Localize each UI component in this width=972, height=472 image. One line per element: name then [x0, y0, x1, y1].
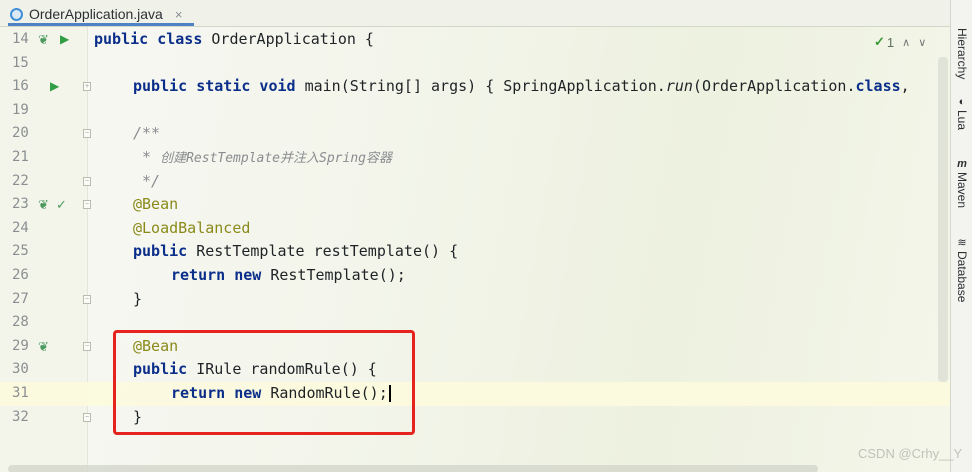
spring-bean-icon[interactable]: ❦ [38, 335, 49, 359]
inspection-widget[interactable]: ✓ 1 ∧ ∨ [874, 34, 926, 50]
tool-window-maven[interactable]: m Maven [951, 158, 972, 208]
annotation: @LoadBalanced [133, 218, 251, 237]
fold-icon[interactable]: − [83, 412, 91, 422]
fold-icon[interactable]: + [83, 82, 91, 92]
database-icon: ≋ [957, 237, 967, 249]
line-number: 25 [12, 243, 29, 260]
code-line[interactable]: 25 public RestTemplate restTemplate() { [0, 240, 950, 264]
method-call: run [665, 77, 693, 96]
tool-window-label: Database [955, 251, 969, 303]
line-number: 21 [12, 149, 29, 165]
editor-tab-bar: OrderApplication.java × [0, 0, 950, 27]
annotation: @Bean [133, 195, 179, 214]
spring-bean-icon[interactable]: ❦ [38, 28, 49, 52]
comment-text: 创建RestTemplate并注入Spring容器 [160, 151, 392, 166]
active-tab-indicator [8, 23, 194, 26]
inspection-count: 1 [886, 34, 895, 50]
lua-icon: ◐ [958, 96, 966, 108]
code-text: , [900, 77, 910, 96]
code-line[interactable]: 14 ❦ ▶ public class OrderApplication { [0, 28, 950, 52]
chevron-up-icon[interactable]: ∧ [902, 36, 910, 49]
code-line[interactable]: 20 − /** [0, 122, 950, 146]
line-number: 27 [12, 290, 29, 307]
code-line[interactable]: 15 [0, 52, 950, 76]
keyword: public static void [133, 77, 296, 96]
highlight-annotation-box [113, 330, 415, 435]
fold-icon[interactable]: − [83, 294, 91, 304]
code-text: } [133, 289, 143, 308]
keyword: public class [94, 30, 203, 48]
line-number: 16 [12, 78, 29, 95]
code-text: OrderApplication { [202, 30, 374, 48]
fold-icon[interactable]: − [83, 341, 91, 351]
fold-icon[interactable]: − [83, 200, 91, 210]
tool-window-label: Lua [955, 110, 969, 131]
code-line[interactable]: 16 ▶ + public static void main(String[] … [0, 75, 950, 99]
close-tab-icon[interactable]: × [175, 7, 183, 22]
line-number: 29 [12, 337, 29, 354]
line-number: 15 [12, 54, 29, 71]
fold-icon[interactable]: − [83, 176, 91, 186]
fold-icon[interactable]: − [83, 129, 91, 139]
code-line[interactable]: 19 [0, 99, 950, 123]
code-line[interactable]: 23 ❦ ✓ − @Bean [0, 193, 950, 217]
line-number: 19 [12, 101, 29, 118]
run-icon[interactable]: ▶ [60, 28, 69, 52]
line-number: 22 [12, 172, 29, 189]
java-class-icon [10, 7, 23, 21]
tool-window-label: Maven [955, 172, 969, 209]
code-text: main(String[] args) { SpringApplication. [295, 77, 666, 96]
keyword: public [133, 242, 188, 261]
line-number: 31 [12, 385, 29, 401]
horizontal-scrollbar[interactable] [8, 465, 818, 472]
doc-comment-end: */ [133, 171, 161, 190]
check-icon: ✓ [874, 34, 885, 49]
code-line[interactable]: 27 − } [0, 288, 950, 312]
doc-comment: /** [133, 124, 161, 143]
code-line[interactable]: 21 * 创建RestTemplate并注入Spring容器 [0, 146, 950, 170]
line-number: 28 [12, 314, 29, 331]
line-number: 14 [12, 31, 29, 47]
maven-icon: m [957, 158, 967, 170]
code-line[interactable]: 22 − */ [0, 170, 950, 194]
vertical-scrollbar[interactable] [938, 57, 948, 382]
code-line[interactable]: 26 return new RestTemplate(); [0, 264, 950, 288]
spring-bean-icon[interactable]: ❦ [38, 193, 49, 217]
code-text: (OrderApplication. [692, 77, 856, 96]
code-text: RestTemplate restTemplate() { [187, 242, 459, 261]
line-number: 32 [12, 408, 29, 425]
tool-window-hierarchy[interactable]: Hierarchy [951, 26, 972, 79]
code-text: RestTemplate(); [261, 266, 406, 284]
autowired-icon[interactable]: ✓ [56, 193, 67, 217]
tool-window-label: Hierarchy [955, 28, 969, 80]
watermark: CSDN @Crhy__Y [858, 446, 963, 461]
line-number: 30 [12, 361, 29, 378]
tool-window-stripe: Hierarchy ◐ Lua m Maven ≋ Database [950, 0, 972, 472]
comment-star: * [133, 148, 161, 166]
tool-window-database[interactable]: ≋ Database [951, 236, 972, 302]
keyword: return new [171, 266, 262, 284]
run-icon[interactable]: ▶ [50, 75, 59, 99]
line-number: 24 [12, 219, 29, 236]
line-number: 26 [12, 267, 29, 283]
chevron-down-icon[interactable]: ∨ [918, 36, 926, 49]
tool-window-lua[interactable]: ◐ Lua [951, 96, 972, 130]
line-number: 23 [12, 196, 29, 213]
line-number: 20 [12, 125, 29, 142]
code-line[interactable]: 24 @LoadBalanced [0, 217, 950, 241]
keyword: class [855, 77, 901, 96]
tab-label: OrderApplication.java [29, 6, 163, 22]
